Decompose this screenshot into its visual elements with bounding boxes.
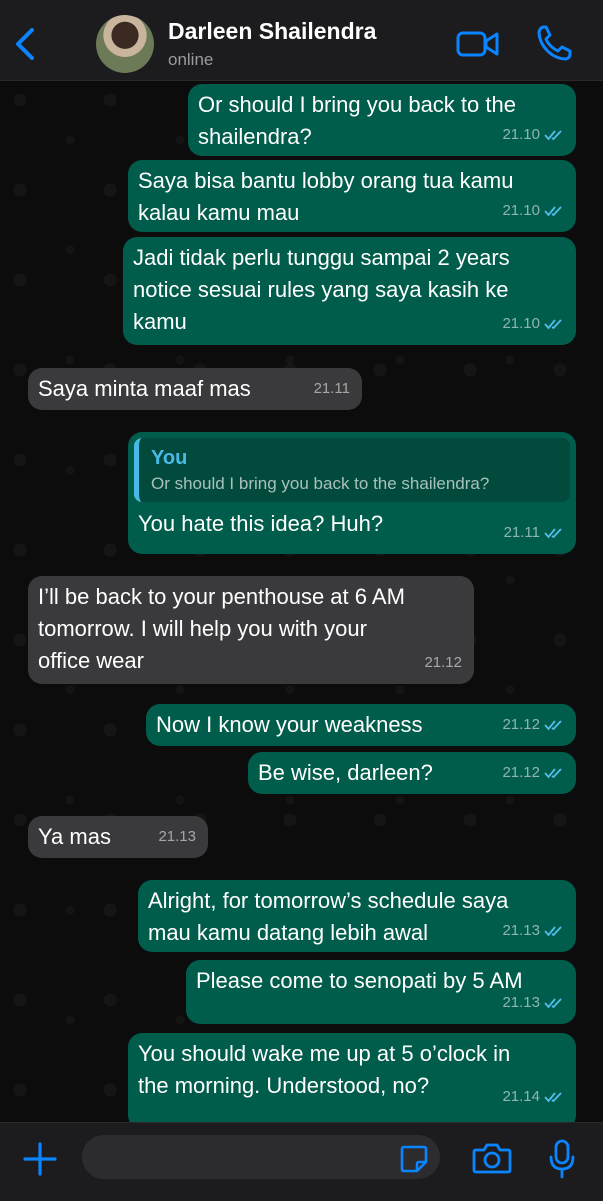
message-meta: 21.12 xyxy=(502,709,564,741)
message-meta: 21.13 xyxy=(502,987,564,1019)
message-list[interactable]: Or should I bring you back to the shaile… xyxy=(0,80,603,1122)
read-ticks-icon xyxy=(544,130,562,141)
message-meta: 21.13 xyxy=(502,915,564,947)
sticker-icon[interactable] xyxy=(399,1144,429,1174)
message-time: 21.12 xyxy=(502,764,540,781)
message-time: 21.12 xyxy=(502,716,540,733)
contact-status: online xyxy=(168,50,214,69)
message-bubble-outgoing[interactable]: Alright, for tomorrow’s schedule saya ma… xyxy=(138,880,576,952)
plus-icon[interactable] xyxy=(22,1141,58,1177)
message-bubble-incoming[interactable]: Ya mas 21.13 xyxy=(28,816,208,858)
message-bubble-outgoing[interactable]: Or should I bring you back to the shaile… xyxy=(188,84,576,156)
message-text: Saya minta maaf mas xyxy=(38,376,251,401)
message-bubble-incoming[interactable]: I’ll be back to your penthouse at 6 AM t… xyxy=(28,576,474,684)
read-ticks-icon xyxy=(544,720,562,731)
chat-header: Darleen Shailendra online xyxy=(0,0,603,81)
message-bubble-outgoing[interactable]: You Or should I bring you back to the sh… xyxy=(128,432,576,554)
composer-bar xyxy=(0,1122,603,1201)
message-meta: 21.10 xyxy=(502,308,564,340)
message-meta: 21.10 xyxy=(502,119,564,151)
read-ticks-icon xyxy=(544,206,562,217)
microphone-icon[interactable] xyxy=(548,1139,576,1179)
message-meta: 21.11 xyxy=(504,517,564,549)
message-meta: 21.12 xyxy=(424,647,462,679)
quote-text: Or should I bring you back to the shaile… xyxy=(151,474,490,493)
avatar[interactable] xyxy=(96,15,154,73)
message-input[interactable] xyxy=(82,1135,440,1179)
message-time: 21.12 xyxy=(424,654,462,671)
quote-author: You xyxy=(151,447,188,469)
message-text: Jadi tidak perlu tunggu sampai 2 years n… xyxy=(133,245,510,334)
read-ticks-icon xyxy=(544,768,562,779)
message-bubble-outgoing[interactable]: Be wise, darleen? 21.12 xyxy=(248,752,576,794)
message-text: I’ll be back to your penthouse at 6 AM t… xyxy=(38,584,405,673)
message-bubble-outgoing[interactable]: Now I know your weakness 21.12 xyxy=(146,704,576,746)
message-bubble-outgoing[interactable]: You should wake me up at 5 o’clock in th… xyxy=(128,1033,576,1122)
read-ticks-icon xyxy=(544,1092,562,1103)
message-meta: 21.11 xyxy=(314,373,350,405)
back-chevron-icon[interactable] xyxy=(12,24,40,64)
read-ticks-icon xyxy=(544,998,562,1009)
message-meta: 21.10 xyxy=(502,195,564,227)
message-text: You hate this idea? Huh? xyxy=(138,511,384,536)
camera-icon[interactable] xyxy=(472,1141,512,1175)
message-time: 21.14 xyxy=(502,1088,540,1105)
message-time: 21.10 xyxy=(502,315,540,332)
message-bubble-outgoing[interactable]: Please come to senopati by 5 AM 21.13 xyxy=(186,960,576,1024)
message-time: 21.13 xyxy=(502,994,540,1011)
read-ticks-icon xyxy=(544,319,562,330)
quoted-message[interactable]: You Or should I bring you back to the sh… xyxy=(134,438,570,502)
message-time: 21.11 xyxy=(313,380,350,397)
message-bubble-outgoing[interactable]: Jadi tidak perlu tunggu sampai 2 years n… xyxy=(123,237,576,345)
message-time: 21.11 xyxy=(503,524,540,541)
message-meta: 21.12 xyxy=(502,757,564,789)
read-ticks-icon xyxy=(544,528,562,539)
message-time: 21.13 xyxy=(158,828,196,845)
read-ticks-icon xyxy=(544,926,562,937)
message-bubble-incoming[interactable]: Saya minta maaf mas 21.11 xyxy=(28,368,362,410)
message-time: 21.13 xyxy=(502,922,540,939)
message-meta: 21.14 xyxy=(502,1081,564,1113)
message-time: 21.10 xyxy=(502,126,540,143)
message-meta: 21.13 xyxy=(158,821,196,853)
video-call-icon[interactable] xyxy=(456,28,500,60)
phone-icon[interactable] xyxy=(536,24,572,62)
message-time: 21.10 xyxy=(502,202,540,219)
contact-name[interactable]: Darleen Shailendra xyxy=(168,18,376,45)
message-bubble-outgoing[interactable]: Saya bisa bantu lobby orang tua kamu kal… xyxy=(128,160,576,232)
